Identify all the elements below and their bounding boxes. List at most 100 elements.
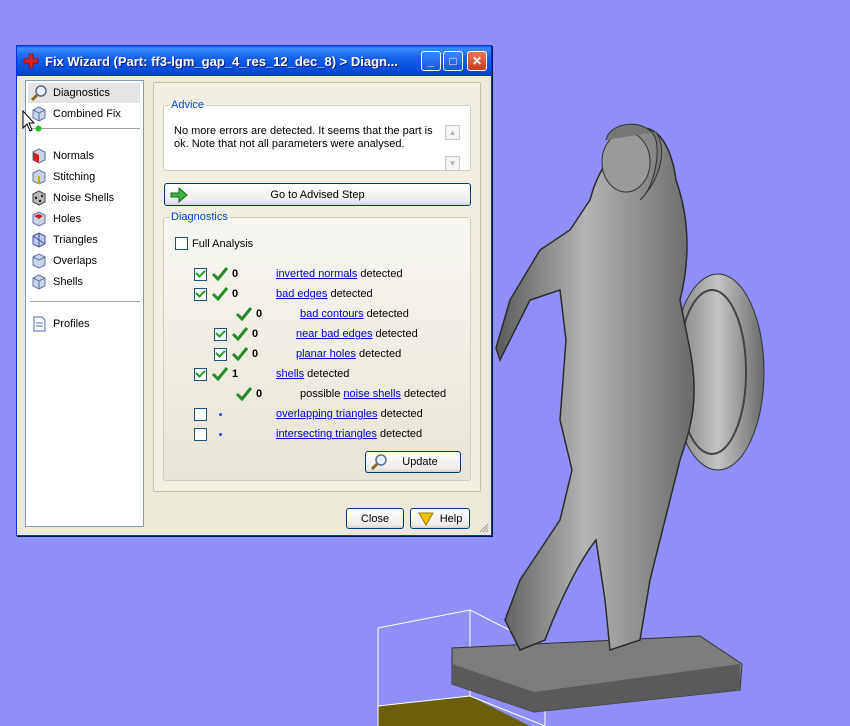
diag-suffix: detected bbox=[372, 328, 418, 340]
overlapping-triangles-checkbox[interactable] bbox=[194, 407, 207, 421]
wizard-nav-panel: Diagnostics Combined Fix Normals Stitchi… bbox=[25, 80, 144, 527]
nav-item-combined-fix[interactable]: Combined Fix bbox=[28, 104, 140, 124]
scroll-up-button[interactable]: ▲ bbox=[445, 125, 460, 140]
close-window-button[interactable]: ✕ bbox=[467, 51, 487, 71]
nav-item-normals[interactable]: Normals bbox=[28, 146, 140, 166]
resize-grip-icon[interactable] bbox=[479, 523, 489, 533]
diag-count: 0 bbox=[232, 288, 239, 300]
nav-item-noise-shells[interactable]: Noise Shells bbox=[28, 188, 140, 208]
nav-item-label: Profiles bbox=[53, 318, 90, 330]
intersecting-triangles-checkbox[interactable] bbox=[194, 427, 207, 441]
noise-shells-link[interactable]: noise shells bbox=[343, 388, 400, 400]
nav-item-triangles[interactable]: Triangles bbox=[28, 230, 140, 250]
inverted-normals-checkbox[interactable] bbox=[194, 267, 207, 281]
full-analysis-option[interactable]: Full Analysis bbox=[175, 237, 253, 250]
fix-wizard-window: Fix Wizard (Part: ff3-lgm_gap_4_res_12_d… bbox=[16, 45, 492, 536]
nav-item-shells[interactable]: Shells bbox=[28, 272, 140, 292]
bad-contours-link[interactable]: bad contours bbox=[300, 308, 364, 320]
diag-suffix: detected bbox=[376, 428, 423, 440]
advised-button-label: Go to Advised Step bbox=[270, 188, 365, 201]
document-icon bbox=[33, 316, 46, 332]
update-button-label: Update bbox=[402, 456, 438, 468]
window-title: Fix Wizard (Part: ff3-lgm_gap_4_res_12_d… bbox=[45, 53, 398, 69]
stitching-cube-icon bbox=[32, 169, 46, 185]
nav-item-label: Noise Shells bbox=[53, 192, 115, 204]
overlaps-cube-icon bbox=[32, 253, 46, 269]
near-bad-edges-link[interactable]: near bad edges bbox=[296, 328, 372, 340]
nav-item-diagnostics[interactable]: Diagnostics bbox=[28, 83, 140, 103]
pending-dot-icon bbox=[218, 412, 222, 416]
checkmark-icon bbox=[231, 347, 249, 362]
diag-suffix: detected bbox=[304, 368, 350, 380]
diag-row-overlapping-triangles: overlapping triangles detected bbox=[194, 405, 423, 423]
checkmark-icon bbox=[235, 307, 253, 322]
magnifier-icon bbox=[370, 454, 387, 471]
green-arrow-icon bbox=[170, 186, 188, 204]
nav-item-stitching[interactable]: Stitching bbox=[28, 167, 140, 187]
inverted-normals-link[interactable]: inverted normals bbox=[276, 268, 357, 280]
maximize-button[interactable]: □ bbox=[443, 51, 463, 71]
planar-holes-checkbox[interactable] bbox=[214, 347, 227, 361]
nav-item-label: Combined Fix bbox=[53, 108, 121, 120]
diagnostics-panel: Advice No more errors are detected. It s… bbox=[153, 82, 481, 492]
shells-checkbox[interactable] bbox=[194, 367, 207, 381]
help-button[interactable]: Help bbox=[410, 508, 470, 529]
mouse-cursor-icon bbox=[22, 110, 36, 132]
checkmark-icon bbox=[211, 267, 229, 282]
close-button[interactable]: Close bbox=[346, 508, 404, 529]
diag-row-planar-holes: 0 planar holes detected bbox=[214, 345, 401, 363]
go-to-advised-step-button[interactable]: Go to Advised Step bbox=[164, 183, 471, 206]
nav-item-label: Overlaps bbox=[53, 255, 98, 267]
diag-row-intersecting-triangles: intersecting triangles detected bbox=[194, 425, 422, 443]
diag-suffix: detected bbox=[355, 348, 402, 360]
help-funnel-icon bbox=[417, 512, 434, 526]
diag-suffix: detected bbox=[357, 268, 403, 280]
diag-suffix: detected bbox=[377, 408, 423, 420]
nav-item-holes[interactable]: Holes bbox=[28, 209, 140, 229]
planar-holes-link[interactable]: planar holes bbox=[296, 348, 356, 360]
nav-divider bbox=[30, 128, 140, 129]
diagnostics-group: Diagnostics Full Analysis 0 inverted nor… bbox=[163, 211, 471, 481]
diagnostics-legend: Diagnostics bbox=[171, 211, 228, 223]
green-dot-icon bbox=[35, 125, 42, 132]
full-analysis-label: Full Analysis bbox=[192, 237, 254, 250]
near-bad-edges-checkbox[interactable] bbox=[214, 327, 227, 341]
statue-model bbox=[451, 123, 765, 713]
intersecting-triangles-link[interactable]: intersecting triangles bbox=[276, 428, 377, 440]
nav-item-label: Holes bbox=[53, 213, 82, 225]
diag-row-shells: 1 shells detected bbox=[194, 365, 349, 383]
nav-item-label: Shells bbox=[53, 276, 83, 288]
diag-prefix: possible bbox=[300, 388, 344, 400]
diag-count: 0 bbox=[256, 308, 263, 320]
title-bar[interactable]: Fix Wizard (Part: ff3-lgm_gap_4_res_12_d… bbox=[17, 46, 491, 76]
advice-scrollbar[interactable]: ▲ ▼ bbox=[445, 125, 460, 171]
shells-link[interactable]: shells bbox=[276, 368, 304, 380]
diag-count: 0 bbox=[256, 388, 263, 400]
diag-row-bad-edges: 0 bad edges detected bbox=[194, 285, 373, 303]
diag-row-bad-contours: 0 bad contours detected bbox=[235, 305, 409, 323]
diag-suffix: detected bbox=[327, 288, 373, 300]
update-button[interactable]: Update bbox=[365, 451, 461, 473]
checkmark-icon bbox=[211, 367, 229, 382]
diag-count: 0 bbox=[232, 268, 239, 280]
nav-item-profiles[interactable]: Profiles bbox=[28, 314, 140, 334]
triangles-cube-icon bbox=[32, 232, 46, 248]
diag-count: 0 bbox=[252, 348, 259, 360]
checkmark-icon bbox=[211, 287, 229, 302]
diag-row-near-bad-edges: 0 near bad edges detected bbox=[214, 325, 418, 343]
bad-edges-link[interactable]: bad edges bbox=[276, 288, 327, 300]
nav-item-overlaps[interactable]: Overlaps bbox=[28, 251, 140, 271]
full-analysis-checkbox[interactable] bbox=[175, 237, 188, 250]
checkmark-icon bbox=[235, 387, 253, 402]
noise-cube-icon bbox=[32, 190, 46, 206]
overlapping-triangles-link[interactable]: overlapping triangles bbox=[276, 408, 378, 420]
shells-cube-icon bbox=[32, 274, 46, 290]
holes-cube-icon bbox=[32, 211, 46, 227]
close-button-label: Close bbox=[360, 512, 390, 525]
advice-group: Advice No more errors are detected. It s… bbox=[163, 99, 471, 171]
bad-edges-checkbox[interactable] bbox=[194, 287, 207, 301]
magnifier-icon bbox=[30, 85, 47, 102]
minimize-button[interactable]: _ bbox=[421, 51, 441, 71]
diag-row-inverted-normals: 0 inverted normals detected bbox=[194, 265, 403, 283]
scroll-down-button[interactable]: ▼ bbox=[445, 156, 460, 171]
